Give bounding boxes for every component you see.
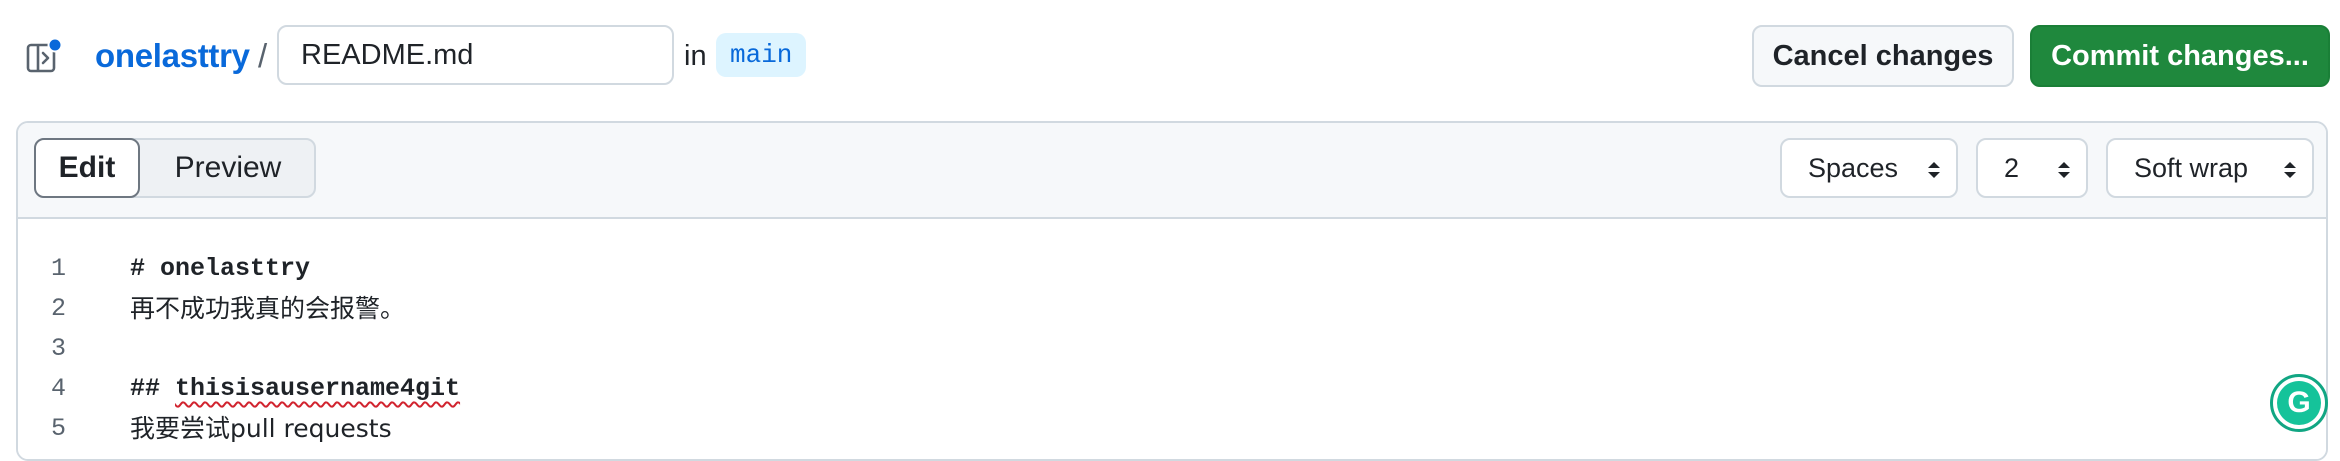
line-text: # onelasttry [130, 254, 311, 283]
sidebar-toggle-button[interactable] [22, 34, 66, 78]
code-line: 1 # onelasttry [18, 249, 2326, 289]
indent-mode-select[interactable]: Spaces [1780, 138, 1958, 198]
top-bar: onelasttry / in main Cancel changes Comm… [0, 0, 2340, 112]
indent-size-select[interactable]: 2 [1976, 138, 2088, 198]
line-text: 我要尝试pull requests [130, 414, 392, 443]
select-caret-icon [2058, 162, 2070, 178]
indent-mode-value: Spaces [1808, 152, 1899, 183]
filename-input[interactable] [277, 25, 674, 85]
branch-badge: main [716, 33, 807, 77]
in-label: in [684, 40, 707, 72]
line-number: 5 [50, 414, 66, 443]
code-line: 5 我要尝试pull requests [18, 409, 2326, 449]
code-editor[interactable]: 1 # onelasttry 2 再不成功我真的会报警。 3 4 ## this… [18, 219, 2326, 459]
line-number: 4 [50, 374, 66, 403]
grammarly-logo: G [2277, 381, 2321, 425]
path-separator: / [258, 37, 268, 74]
sidebar-expand-icon [26, 37, 63, 73]
line-number: 2 [50, 294, 66, 323]
wrap-mode-select[interactable]: Soft wrap [2106, 138, 2314, 198]
grammarly-icon[interactable]: G [2270, 374, 2328, 432]
indent-size-value: 2 [2004, 152, 2020, 183]
editor-toolbar: Edit Preview Spaces 2 Soft wrap [18, 123, 2326, 219]
misspelled-word: thisisausername4git [175, 374, 461, 403]
code-line: 4 ## thisisausername4git [18, 369, 2326, 409]
line-number: 1 [50, 254, 66, 283]
select-caret-icon [2284, 162, 2296, 178]
tab-edit[interactable]: Edit [34, 138, 140, 198]
repo-link[interactable]: onelasttry [95, 36, 250, 76]
code-line: 2 再不成功我真的会报警。 [18, 289, 2326, 329]
commit-changes-button[interactable]: Commit changes... [2030, 25, 2330, 87]
tab-preview[interactable]: Preview [140, 138, 316, 198]
code-line: 3 [18, 329, 2326, 369]
wrap-mode-value: Soft wrap [2134, 152, 2249, 183]
cancel-changes-button[interactable]: Cancel changes [1752, 25, 2014, 87]
line-text: ## thisisausername4git [130, 369, 460, 409]
select-caret-icon [1928, 162, 1940, 178]
heading-marker: ## [130, 374, 176, 403]
editor-panel: Edit Preview Spaces 2 Soft wrap 1 # onel… [16, 121, 2328, 461]
line-number: 3 [50, 334, 66, 363]
line-text: 再不成功我真的会报警。 [130, 294, 406, 323]
edit-mode-tabs: Edit Preview [34, 138, 316, 198]
